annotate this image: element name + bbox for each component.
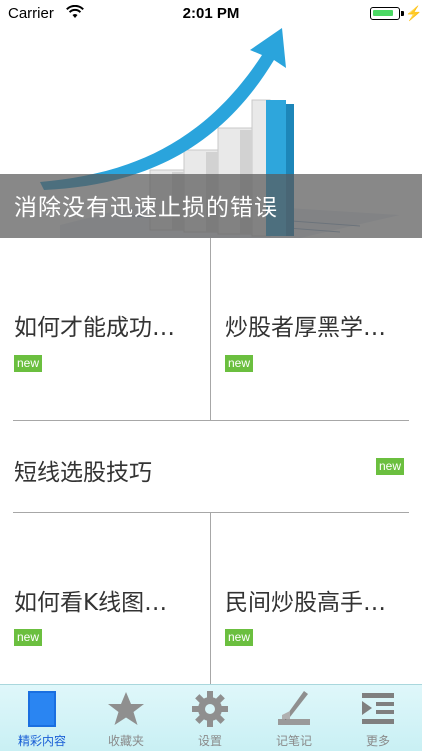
new-badge: new [14,355,43,372]
banner-caption: 消除没有迅速止损的错误 [14,195,278,221]
tab-label: 记笔记 [275,734,312,748]
charging-icon: ⚡ [405,5,422,21]
tab-settings[interactable]: 设置 [168,685,252,751]
tab-label: 设置 [197,734,222,748]
item-title: 如何才能成功… [14,315,175,341]
list-item[interactable]: 民间炒股高手… new [211,513,422,684]
item-title: 如何看K线图… [14,590,168,616]
status-bar: Carrier 2:01 PM ⚡ [0,0,422,28]
list-item[interactable]: 如何看K线图… new [0,513,210,684]
tab-label: 收藏夹 [107,734,144,748]
tab-favorites[interactable]: 收藏夹 [84,685,168,751]
tab-notes[interactable]: 记笔记 [252,685,336,751]
star-icon [108,692,144,725]
new-badge: new [376,458,405,475]
tab-more[interactable]: 更多 [336,685,420,751]
new-badge: new [225,629,254,646]
clock: 2:01 PM [182,5,240,22]
pencil-icon [278,691,310,725]
item-title: 炒股者厚黑学… [225,315,386,341]
tab-bar: 精彩内容 收藏夹 设置 记笔记 更多 [0,684,422,751]
item-title: 民间炒股高手… [225,590,386,616]
list-item[interactable]: 短线选股技巧 new [0,421,422,512]
tab-featured[interactable]: 精彩内容 [0,685,84,751]
new-badge: new [225,355,254,372]
document-icon [28,691,56,727]
list-item[interactable]: 炒股者厚黑学… new [211,238,422,420]
item-title: 短线选股技巧 [14,460,152,486]
list-icon [362,693,394,724]
list-item[interactable]: 如何才能成功… new [0,238,210,420]
tab-label: 更多 [365,734,390,748]
tab-label: 精彩内容 [17,734,66,748]
new-badge: new [14,629,43,646]
battery-icon [370,7,404,20]
gear-icon [192,691,228,727]
featured-banner[interactable]: 消除没有迅速止损的错误 [0,0,422,238]
